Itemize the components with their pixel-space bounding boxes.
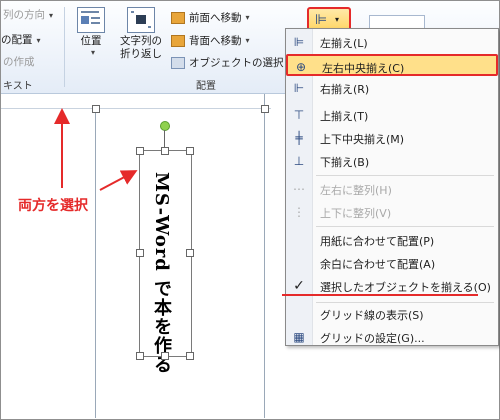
distribute-horizontal-icon: ⋯: [293, 182, 305, 196]
align-center-icon: ⊕: [295, 60, 307, 74]
grid-icon: ▦: [293, 330, 305, 344]
menu-item-label: 下揃え(B): [320, 156, 370, 169]
menu-item-label: グリッド線の表示(S): [320, 309, 424, 322]
menu-separator: [316, 175, 494, 176]
annotation-arrow-right: [99, 170, 138, 191]
menu-item-label: 余白に合わせて配置(A): [320, 258, 436, 271]
menu-item-align-middle[interactable]: ╪ 上下中央揃え(M): [286, 127, 498, 149]
menu-item-label: 上揃え(T): [320, 110, 369, 123]
checkmark-icon: ✓: [293, 278, 305, 294]
menu-item-distribute-horizontal[interactable]: ⋯ 左右に整列(H): [286, 178, 498, 200]
menu-item-label: 左右中央揃え(C): [322, 62, 405, 75]
menu-item-label: 左揃え(L): [320, 37, 368, 50]
align-right-icon: ⊩: [293, 81, 305, 95]
menu-item-align-bottom[interactable]: ⊥ 下揃え(B): [286, 150, 498, 172]
menu-item-label: 用紙に合わせて配置(P): [320, 235, 435, 248]
menu-item-grid-settings[interactable]: ▦ グリッドの設定(G)...: [286, 326, 498, 348]
distribute-vertical-icon: ⋮: [293, 205, 305, 219]
align-top-icon: ⊤: [293, 108, 305, 122]
annotation-underline: [282, 294, 478, 296]
annotation-label: 両方を選択: [18, 198, 88, 214]
menu-item-label: 選択したオブジェクトを揃える(O): [320, 281, 491, 294]
menu-item-label: 左右に整列(H): [320, 184, 392, 197]
menu-item-label: 右揃え(R): [320, 83, 370, 96]
menu-item-label: グリッドの設定(G)...: [320, 332, 425, 345]
menu-separator: [316, 226, 494, 227]
menu-item-align-right[interactable]: ⊩ 右揃え(R): [286, 77, 498, 99]
align-left-icon: ⊫: [293, 35, 305, 49]
menu-item-align-top[interactable]: ⊤ 上揃え(T): [286, 104, 498, 126]
menu-item-distribute-vertical[interactable]: ⋮ 上下に整列(V): [286, 201, 498, 223]
menu-item-align-center[interactable]: ⊕ 左右中央揃え(C): [286, 54, 498, 76]
menu-item-show-gridlines[interactable]: グリッド線の表示(S): [286, 303, 498, 325]
menu-item-align-to-margin[interactable]: 余白に合わせて配置(A): [286, 252, 498, 274]
menu-item-align-to-page[interactable]: 用紙に合わせて配置(P): [286, 229, 498, 251]
menu-item-align-left[interactable]: ⊫ 左揃え(L): [286, 31, 498, 53]
align-middle-icon: ╪: [295, 131, 303, 145]
menu-item-label: 上下中央揃え(M): [320, 133, 405, 146]
align-menu: ⊫ 左揃え(L) ⊕ 左右中央揃え(C) ⊩ 右揃え(R) ⊤ 上揃え(T) ╪…: [285, 28, 499, 346]
menu-item-label: 上下に整列(V): [320, 207, 392, 220]
align-bottom-icon: ⊥: [293, 154, 305, 168]
